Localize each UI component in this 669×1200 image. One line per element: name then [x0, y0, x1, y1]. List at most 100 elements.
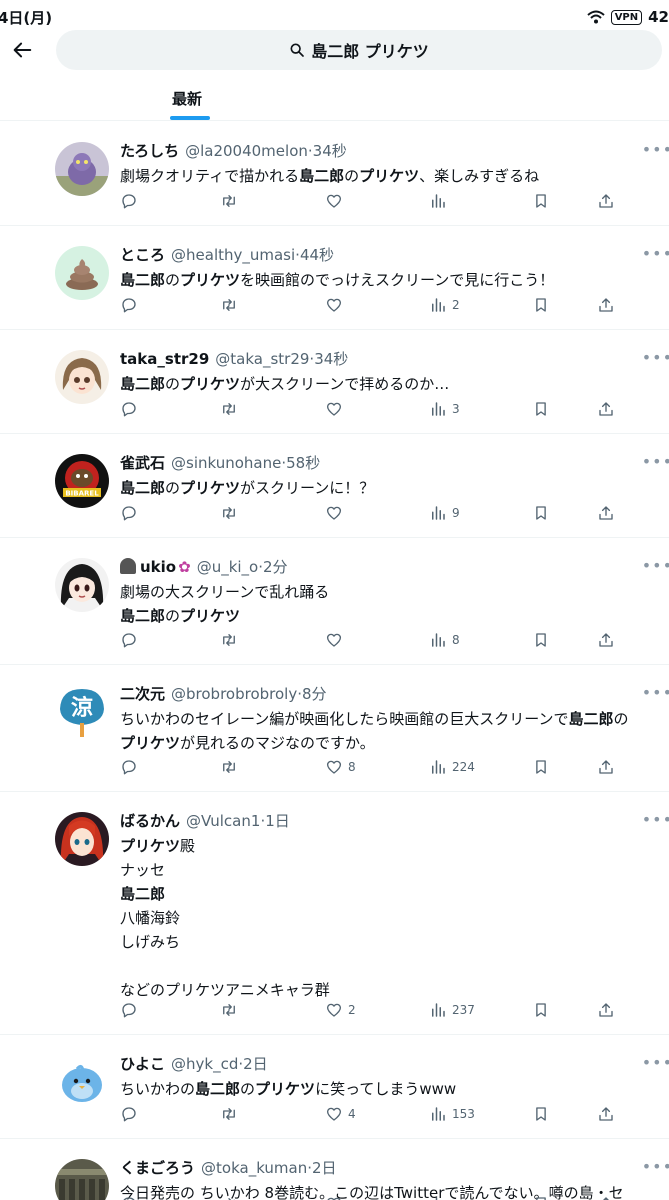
reply-button[interactable] — [120, 757, 138, 777]
bookmark-button[interactable] — [532, 757, 550, 777]
tweet-time[interactable]: 8分 — [302, 683, 327, 705]
retweet-button[interactable] — [220, 1000, 238, 1020]
views-button[interactable] — [429, 191, 452, 211]
user-handle[interactable]: @toka_kuman — [201, 1157, 307, 1179]
retweet-button[interactable] — [220, 630, 238, 650]
reply-button[interactable] — [120, 191, 138, 211]
like-button[interactable] — [325, 503, 348, 523]
more-options-icon[interactable]: ••• — [642, 1053, 669, 1072]
views-button[interactable]: 3 — [429, 399, 460, 419]
bookmark-button[interactable] — [532, 630, 550, 650]
retweet-button[interactable] — [220, 191, 238, 211]
display-name[interactable]: 二次元 — [120, 683, 165, 705]
retweet-button[interactable] — [220, 1194, 238, 1200]
like-button[interactable]: 4 — [325, 1104, 356, 1124]
user-handle[interactable]: @brobrobrobroly — [171, 683, 297, 705]
avatar[interactable] — [55, 1055, 109, 1109]
views-button[interactable]: 224 — [429, 757, 475, 777]
bookmark-button[interactable] — [532, 1194, 550, 1200]
tweet-time[interactable]: 2日 — [243, 1053, 268, 1075]
share-button[interactable] — [597, 503, 615, 523]
tweet[interactable]: ばるかん @Vulcan1 · 1日 プリケツ殿 ナッセ 島二郎 八幡海鈴 しげみち など… — [0, 792, 669, 1035]
tweet[interactable]: ところ @healthy_umasi · 44秒 島二郎のプリケツを映画館のでっ… — [0, 226, 669, 330]
tweet[interactable]: ukio ✿ @u_ki_o · 2分 劇場の大スクリーンで乱れ踊る 島二郎のプリケ… — [0, 538, 669, 665]
more-options-icon[interactable]: ••• — [642, 452, 669, 471]
like-button[interactable]: 2 — [325, 1000, 356, 1020]
user-handle[interactable]: @la20040melon — [185, 140, 308, 162]
like-button[interactable] — [325, 1194, 348, 1200]
like-button[interactable] — [325, 630, 348, 650]
display-name[interactable]: 雀武石 — [120, 452, 165, 474]
bookmark-button[interactable] — [532, 399, 550, 419]
bookmark-button[interactable] — [532, 503, 550, 523]
reply-button[interactable] — [120, 630, 138, 650]
tweet[interactable]: くまごろう @toka_kuman · 2日 今日発売の ちいかわ 8巻読む。こ… — [0, 1139, 669, 1200]
tweet[interactable]: taka_str29 @taka_str29 · 34秒 島二郎のプリケツが大ス… — [0, 330, 669, 434]
reply-button[interactable] — [120, 503, 138, 523]
share-button[interactable] — [597, 757, 615, 777]
share-button[interactable] — [597, 1000, 615, 1020]
back-button[interactable] — [8, 36, 36, 64]
tweet-time[interactable]: 1日 — [265, 810, 290, 832]
more-options-icon[interactable]: ••• — [642, 140, 669, 159]
share-button[interactable] — [597, 399, 615, 419]
views-button[interactable]: 237 — [429, 1000, 475, 1020]
user-handle[interactable]: @taka_str29 — [215, 348, 309, 370]
share-button[interactable] — [597, 295, 615, 315]
avatar[interactable] — [55, 1159, 109, 1200]
reply-button[interactable] — [120, 399, 138, 419]
tab-latest[interactable]: 最新 — [172, 88, 202, 109]
views-button[interactable]: 8 — [429, 630, 460, 650]
like-button[interactable] — [325, 295, 348, 315]
display-name[interactable]: taka_str29 — [120, 348, 209, 370]
more-options-icon[interactable]: ••• — [642, 1157, 669, 1176]
tweet[interactable]: たろしち @la20040melon · 34秒 劇場クオリティで描かれる島二郎… — [0, 122, 669, 226]
reply-button[interactable] — [120, 1194, 138, 1200]
search-input[interactable]: 島二郎 プリケツ — [56, 30, 662, 70]
more-options-icon[interactable]: ••• — [642, 556, 669, 575]
display-name[interactable]: ukio ✿ — [120, 556, 191, 578]
bookmark-button[interactable] — [532, 295, 550, 315]
more-options-icon[interactable]: ••• — [642, 810, 669, 829]
retweet-button[interactable] — [220, 399, 238, 419]
retweet-button[interactable] — [220, 503, 238, 523]
display-name[interactable]: たろしち — [120, 140, 179, 162]
display-name[interactable]: ひよこ — [120, 1053, 165, 1075]
share-button[interactable] — [597, 630, 615, 650]
retweet-button[interactable] — [220, 1104, 238, 1124]
views-button[interactable]: 2 — [429, 295, 460, 315]
tweet-time[interactable]: 44秒 — [300, 244, 334, 266]
reply-button[interactable] — [120, 1000, 138, 1020]
display-name[interactable]: ところ — [120, 244, 165, 266]
avatar[interactable] — [55, 350, 109, 404]
retweet-button[interactable] — [220, 295, 238, 315]
like-button[interactable] — [325, 399, 348, 419]
views-button[interactable] — [429, 1194, 452, 1200]
user-handle[interactable]: @Vulcan1 — [186, 810, 260, 832]
views-button[interactable]: 9 — [429, 503, 460, 523]
avatar[interactable]: BIBAREL — [55, 454, 109, 508]
avatar[interactable] — [55, 558, 109, 612]
tweet-time[interactable]: 58秒 — [286, 452, 320, 474]
reply-button[interactable] — [120, 295, 138, 315]
tweet[interactable]: BIBAREL 雀武石 @sinkunohane · 58秒 島二郎のプリケツが… — [0, 434, 669, 538]
user-handle[interactable]: @sinkunohane — [171, 452, 281, 474]
tweet[interactable]: 涼 二次元 @brobrobrobroly · 8分 ちいかわのセイレーン編が映… — [0, 665, 669, 792]
display-name[interactable]: くまごろう — [120, 1157, 195, 1179]
share-button[interactable] — [597, 1104, 615, 1124]
avatar[interactable] — [55, 142, 109, 196]
like-button[interactable]: 8 — [325, 757, 356, 777]
more-options-icon[interactable]: ••• — [642, 348, 669, 367]
user-handle[interactable]: @u_ki_o — [197, 556, 259, 578]
more-options-icon[interactable]: ••• — [642, 683, 669, 702]
bookmark-button[interactable] — [532, 1000, 550, 1020]
avatar[interactable] — [55, 246, 109, 300]
share-button[interactable] — [597, 191, 615, 211]
views-button[interactable]: 153 — [429, 1104, 475, 1124]
share-button[interactable] — [597, 1194, 615, 1200]
bookmark-button[interactable] — [532, 191, 550, 211]
like-button[interactable] — [325, 191, 348, 211]
retweet-button[interactable] — [220, 757, 238, 777]
display-name[interactable]: ばるかん — [120, 810, 180, 832]
tweet[interactable]: ひよこ @hyk_cd · 2日 ちいかわの島二郎のプリケツに笑ってしまうwww… — [0, 1035, 669, 1139]
